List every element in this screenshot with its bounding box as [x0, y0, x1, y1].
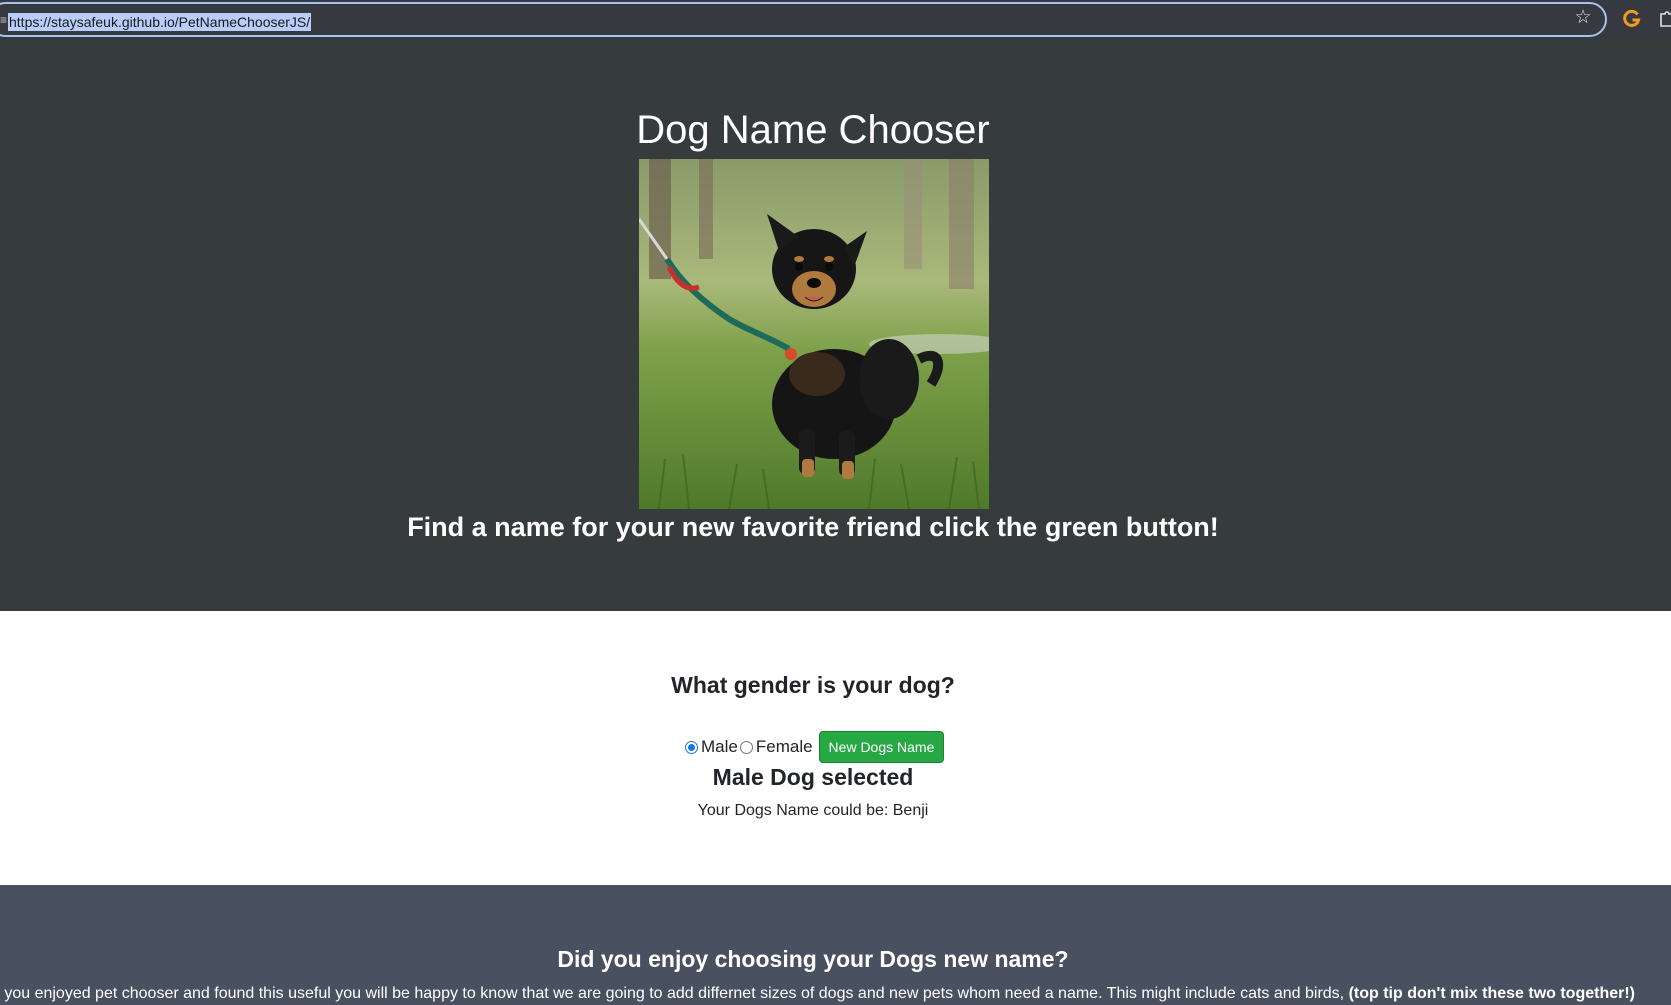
female-radio-label[interactable]: Female	[756, 737, 813, 757]
gender-question: What gender is your dog?	[671, 672, 955, 698]
gender-controls: Male Female New Dogs Name	[685, 731, 945, 763]
dog-photo	[639, 159, 989, 509]
puzzle-icon[interactable]	[1658, 8, 1671, 28]
star-icon[interactable]: ☆	[1572, 7, 1594, 29]
site-info-icon[interactable]: ≡	[0, 12, 8, 28]
footer-text: If you enjoyed pet chooser and found thi…	[0, 984, 1671, 1004]
extension-g-icon[interactable]	[1622, 8, 1642, 28]
selected-status: Male Dog selected	[712, 764, 914, 790]
male-radio-label[interactable]: Male	[701, 737, 738, 757]
page-title: Dog Name Chooser	[636, 108, 990, 152]
footer-heading: Did you enjoy choosing your Dogs new nam…	[557, 946, 1069, 972]
address-bar[interactable]: https://staysafeuk.github.io/PetNameChoo…	[0, 2, 1607, 37]
footer-tip: (top tip don't mix these two together!)	[1348, 985, 1636, 1002]
male-radio[interactable]	[685, 740, 698, 754]
hero-section: Dog Name Chooser Find a name for your ne…	[0, 40, 1671, 611]
url-text[interactable]: https://staysafeuk.github.io/PetNameChoo…	[8, 13, 312, 31]
hero-tagline: Find a name for your new favorite friend…	[407, 512, 1219, 542]
gender-chooser-section: What gender is your dog? Male Female New…	[0, 611, 1671, 885]
footer-section: Did you enjoy choosing your Dogs new nam…	[0, 885, 1671, 1005]
footer-body: If you enjoyed pet chooser and found thi…	[0, 985, 1349, 1002]
name-result: Your Dogs Name could be: Benji	[697, 802, 929, 819]
browser-toolbar: https://staysafeuk.github.io/PetNameChoo…	[0, 0, 1671, 40]
new-dogs-name-button[interactable]: New Dogs Name	[818, 731, 945, 763]
female-radio[interactable]	[739, 740, 753, 754]
